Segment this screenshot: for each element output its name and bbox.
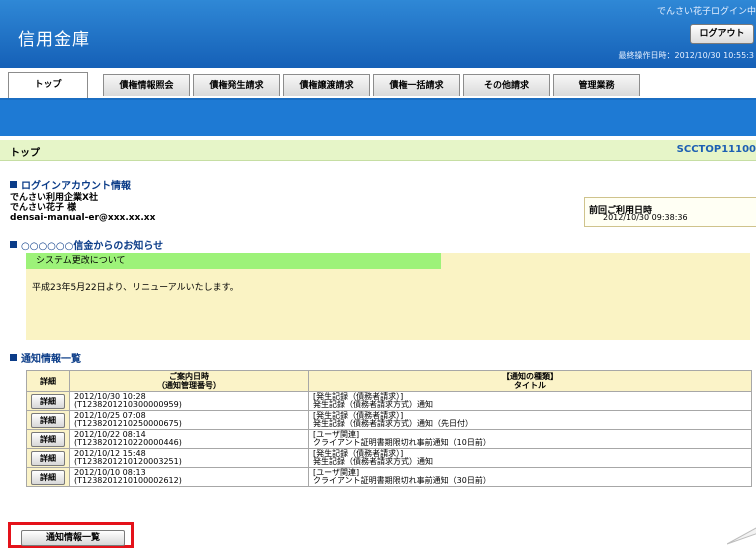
square-bullet-icon: [10, 181, 17, 188]
notice-body: 平成23年5月22日より、リニューアルいたします。: [32, 283, 239, 293]
notification-title-cell: [発生記録（債務者請求）] 発生記録（債務者請求方式）通知: [308, 391, 752, 411]
notification-id: (T1238201210220000446): [74, 438, 182, 447]
tab-credit-inquiry[interactable]: 債権情報照会: [103, 74, 190, 96]
notification-title-cell: [ユーザ関連] クライアント証明書期限切れ事前通知（30日前）: [308, 467, 752, 487]
main-tab-bar: トップ 債権情報照会 債権発生請求 債権譲渡請求 債権一括請求 その他請求 管理…: [0, 68, 756, 100]
notification-id: (T1238201210300000959): [74, 400, 182, 409]
screen-code: SCCTOP11100: [676, 144, 756, 155]
detail-button[interactable]: 詳細: [31, 469, 65, 485]
notification-title: 発生記録（債務者請求方式）通知: [313, 400, 433, 409]
notification-title: 発生記録（債務者請求方式）通知（先日付）: [313, 419, 473, 428]
notification-title-cell: [発生記録（債務者請求）] 発生記録（債務者請求方式）通知: [308, 448, 752, 468]
detail-button[interactable]: 詳細: [31, 450, 65, 466]
logout-button[interactable]: ログアウト: [690, 24, 754, 44]
login-user-status: でんさい花子ログイン中: [656, 7, 756, 17]
highlight-frame: 通知情報一覧: [8, 522, 134, 548]
login-account-heading: ログインアカウント情報: [10, 177, 131, 192]
detail-button[interactable]: 詳細: [31, 412, 65, 428]
previous-login-box: 前回ご利用日時 2012/10/30 09:38:36: [584, 197, 756, 227]
notifications-table: 詳細 ご案内日時 （通知管理番号） 【通知の種類】 タイトル 詳細 2012/1…: [26, 370, 752, 487]
notification-date-cell: 2012/10/10 08:13 (T1238201210100002612): [69, 467, 309, 487]
col-detail-header: 詳細: [26, 370, 70, 392]
bank-name: 信用金庫: [18, 30, 90, 50]
tab-credit-batch-request[interactable]: 債権一括請求: [373, 74, 460, 96]
notification-date-cell: 2012/10/12 15:48 (T1238201210120003251): [69, 448, 309, 468]
tab-top[interactable]: トップ: [8, 72, 88, 98]
notification-title-cell: [発生記録（債務者請求）] 発生記録（債務者請求方式）通知（先日付）: [308, 410, 752, 430]
notifications-heading-text: 通知情報一覧: [21, 354, 81, 365]
notice-heading: ○○○○○○信金からのお知らせ: [10, 237, 163, 252]
col-date-header: ご案内日時 （通知管理番号）: [69, 370, 309, 392]
notification-id: (T1238201210100002612): [74, 476, 182, 485]
col-type-header-line2: タイトル: [514, 381, 546, 390]
last-operation-time: 最終操作日時：2012/10/30 10:55:3: [618, 51, 755, 60]
sub-menu-band: [0, 100, 756, 136]
detail-button[interactable]: 詳細: [31, 431, 65, 447]
table-row: 詳細 2012/10/25 07:08 (T1238201210250000675…: [26, 410, 752, 430]
company-name: でんさい利用企業X社: [10, 193, 98, 203]
notice-heading-text: ○○○○○○信金からのお知らせ: [21, 241, 164, 252]
page-title: トップ: [10, 148, 40, 159]
notification-title: クライアント証明書期限切れ事前通知（30日前）: [313, 476, 491, 485]
notification-title: クライアント証明書期限切れ事前通知（10日前）: [313, 438, 491, 447]
tab-other-requests[interactable]: その他請求: [463, 74, 550, 96]
col-date-header-line2: （通知管理番号）: [157, 381, 221, 390]
detail-button[interactable]: 詳細: [31, 393, 65, 409]
col-type-header: 【通知の種類】 タイトル: [308, 370, 752, 392]
tab-management[interactable]: 管理業務: [553, 74, 640, 96]
table-header-row: 詳細 ご案内日時 （通知管理番号） 【通知の種類】 タイトル: [26, 370, 752, 392]
table-row: 詳細 2012/10/30 10:28 (T1238201210300000959…: [26, 391, 752, 411]
page-title-bar: トップ SCCTOP11100: [0, 140, 756, 161]
notification-title: 発生記録（債務者請求方式）通知: [313, 457, 433, 466]
tab-credit-transfer-request[interactable]: 債権譲渡請求: [283, 74, 370, 96]
account-info: でんさい利用企業X社 でんさい花子 様 densai-manual-er@xxx…: [10, 193, 155, 223]
notifications-heading: 通知情報一覧: [10, 350, 81, 365]
notification-id: (T1238201210120003251): [74, 457, 182, 466]
notification-date-cell: 2012/10/22 08:14 (T1238201210220000446): [69, 429, 309, 449]
table-row: 詳細 2012/10/10 08:13 (T1238201210100002612…: [26, 467, 752, 487]
user-name: でんさい花子 様: [10, 203, 77, 213]
login-account-heading-text: ログインアカウント情報: [21, 181, 131, 192]
tab-credit-issue-request[interactable]: 債権発生請求: [193, 74, 280, 96]
notification-list-button[interactable]: 通知情報一覧: [21, 530, 125, 546]
previous-login-value: 2012/10/30 09:38:36: [603, 213, 688, 222]
user-email: densai-manual-er@xxx.xx.xx: [10, 213, 156, 223]
col-type-header-line1: 【通知の種類】: [502, 372, 558, 381]
notice-subject[interactable]: システム更改について: [26, 253, 441, 269]
square-bullet-icon: [10, 354, 17, 361]
square-bullet-icon: [10, 241, 17, 248]
notification-date-cell: 2012/10/25 07:08 (T1238201210250000675): [69, 410, 309, 430]
notification-date-cell: 2012/10/30 10:28 (T1238201210300000959): [69, 391, 309, 411]
table-row: 詳細 2012/10/12 15:48 (T1238201210120003251…: [26, 448, 752, 468]
table-row: 詳細 2012/10/22 08:14 (T1238201210220000446…: [26, 429, 752, 449]
callout-pointer-icon: [727, 527, 756, 545]
app-header: 信用金庫 でんさい花子ログイン中 ログアウト 最終操作日時：2012/10/30…: [0, 0, 756, 68]
col-date-header-line1: ご案内日時: [169, 372, 209, 381]
notification-id: (T1238201210250000675): [74, 419, 182, 428]
notification-title-cell: [ユーザ関連] クライアント証明書期限切れ事前通知（10日前）: [308, 429, 752, 449]
